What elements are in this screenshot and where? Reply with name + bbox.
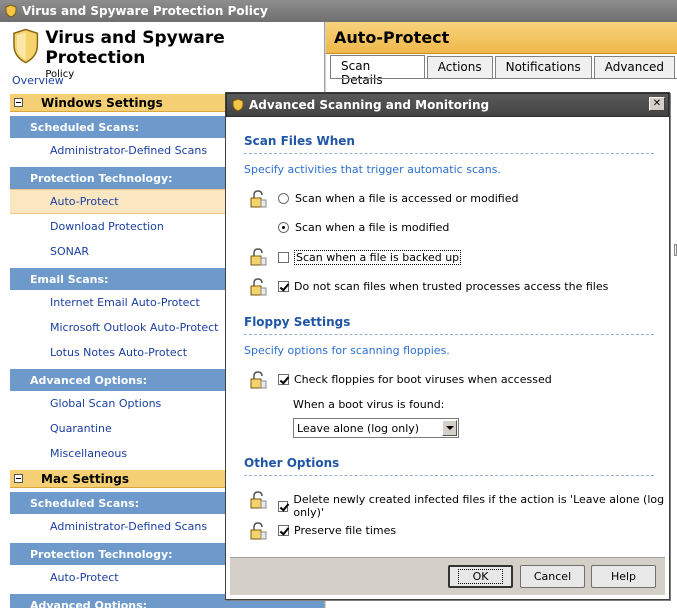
divider <box>244 153 654 154</box>
shield-logo-icon <box>13 28 39 64</box>
tab-advanced[interactable]: Advanced <box>593 56 675 78</box>
brand-title: Virus and Spyware Protection <box>45 28 225 68</box>
section-other-heading: Other Options <box>244 456 340 470</box>
window-title-bar: Virus and Spyware Protection Policy <box>0 0 677 22</box>
tab-actions[interactable]: Actions <box>426 56 493 78</box>
section-scan-files-heading: Scan Files When <box>244 134 355 148</box>
collapse-icon[interactable] <box>14 98 23 107</box>
checkbox-boot-viruses[interactable] <box>278 374 289 385</box>
tab-bar: Scan Details Actions Notifications Advan… <box>330 55 677 87</box>
shield-icon <box>232 98 244 112</box>
window-title: Virus and Spyware Protection Policy <box>22 4 268 18</box>
close-icon: ✕ <box>652 98 662 109</box>
radio-label: Scan when a file is accessed or modified <box>295 192 519 205</box>
ok-button[interactable]: OK <box>448 565 513 588</box>
divider <box>244 334 654 335</box>
close-button[interactable]: ✕ <box>649 97 665 111</box>
checkbox-backed-up[interactable] <box>278 252 289 263</box>
section-floppy-desc: Specify options for scanning floppies. <box>244 344 450 357</box>
cancel-button[interactable]: Cancel <box>520 565 585 588</box>
lock-icon[interactable] <box>250 248 268 266</box>
lock-icon[interactable] <box>250 190 268 208</box>
dialog-button-bar: OK Cancel Help <box>230 557 665 595</box>
boot-virus-label: When a boot virus is found: <box>293 398 445 411</box>
select-value: Leave alone (log only) <box>297 421 420 435</box>
radio-row-accessed[interactable]: Scan when a file is accessed or modified <box>278 192 518 205</box>
checkbox-label: Check floppies for boot viruses when acc… <box>294 373 552 386</box>
brand-header: Virus and Spyware Protection Policy <box>0 22 324 80</box>
checkbox-row-delete[interactable]: Delete newly created infected files if t… <box>278 493 669 519</box>
checkbox-label: Do not scan files when trusted processes… <box>294 280 609 293</box>
advanced-scanning-dialog: Advanced Scanning and Monitoring ✕ Scan … <box>225 92 670 600</box>
checkbox-preserve-times[interactable] <box>278 525 289 536</box>
brand-subtitle: Policy <box>45 69 75 80</box>
lock-icon[interactable] <box>250 371 268 389</box>
lock-icon[interactable] <box>250 491 268 509</box>
checkbox-row-preserve[interactable]: Preserve file times <box>278 524 396 537</box>
tab-scan-details[interactable]: Scan Details <box>330 55 425 87</box>
checkbox-label: Delete newly created infected files if t… <box>293 493 665 519</box>
shield-icon <box>5 4 17 18</box>
section-scan-files-desc: Specify activities that trigger automati… <box>244 163 501 176</box>
checkbox-label: Preserve file times <box>294 524 397 537</box>
radio-accessed-or-modified[interactable] <box>278 193 289 204</box>
page-title: Auto-Protect <box>326 22 677 54</box>
divider <box>244 475 654 476</box>
checkbox-delete-infected[interactable] <box>278 500 289 512</box>
chevron-down-icon[interactable] <box>442 420 457 436</box>
lock-icon[interactable] <box>250 278 268 296</box>
checkbox-row-backed-up[interactable]: Scan when a file is backed up <box>278 250 462 265</box>
tab-notifications[interactable]: Notifications <box>494 56 592 78</box>
dialog-title-bar[interactable]: Advanced Scanning and Monitoring <box>226 93 669 117</box>
lock-icon[interactable] <box>250 522 268 540</box>
checkbox-row-trusted[interactable]: Do not scan files when trusted processes… <box>278 280 608 293</box>
checkbox-label: Scan when a file is backed up <box>294 250 462 265</box>
help-button[interactable]: Help <box>591 565 656 588</box>
radio-row-modified[interactable]: Scan when a file is modified <box>278 221 449 234</box>
section-floppy-heading: Floppy Settings <box>244 315 351 329</box>
checkbox-row-boot[interactable]: Check floppies for boot viruses when acc… <box>278 373 552 386</box>
collapse-icon[interactable] <box>14 474 23 483</box>
boot-virus-action-select[interactable]: Leave alone (log only) <box>293 418 459 438</box>
radio-modified[interactable] <box>278 222 289 233</box>
checkbox-trusted-processes[interactable] <box>278 281 289 292</box>
dialog-title: Advanced Scanning and Monitoring <box>249 98 490 112</box>
radio-label: Scan when a file is modified <box>295 221 450 234</box>
